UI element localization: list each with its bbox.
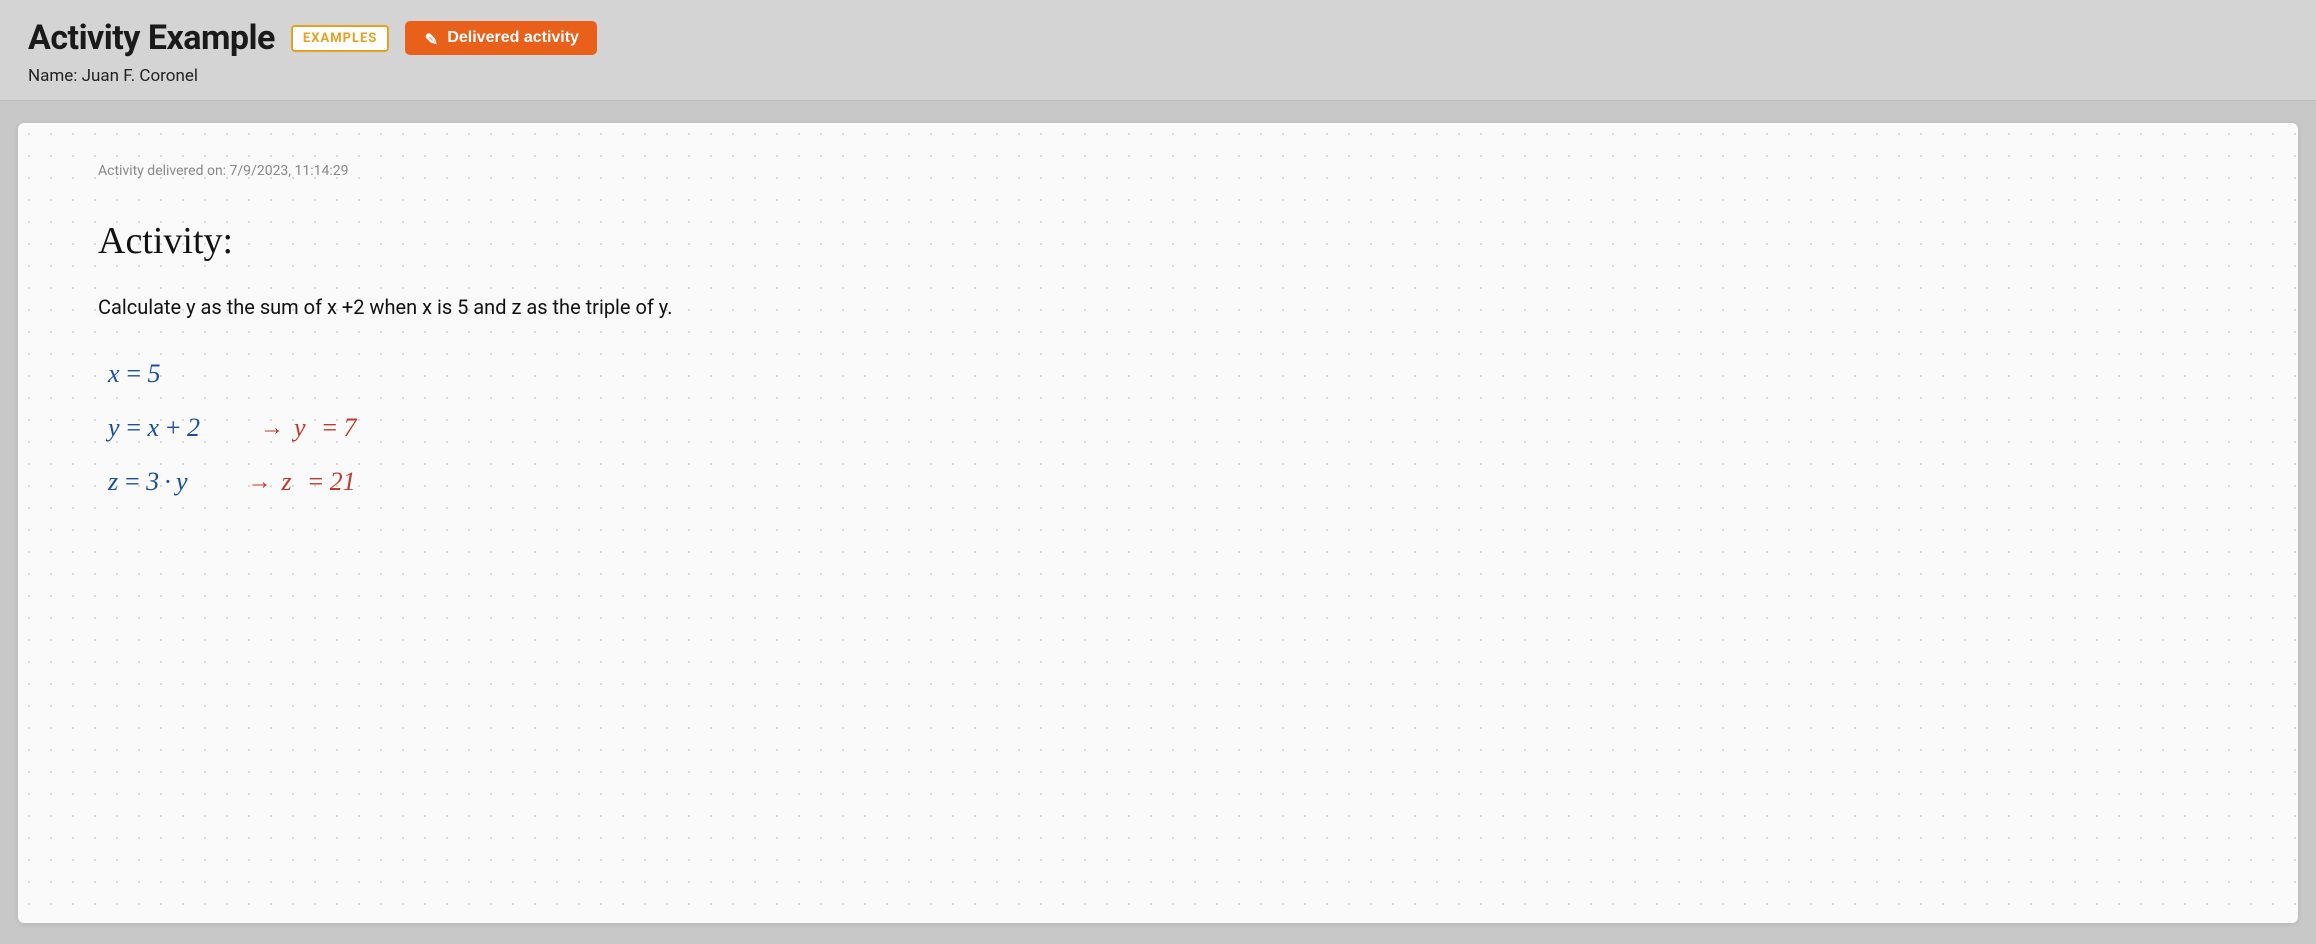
- math-row-1: x = 5: [108, 359, 2218, 389]
- activity-description: Calculate y as the sum of x +2 when x is…: [98, 291, 2218, 323]
- arrow-icon-1: →: [260, 415, 284, 442]
- activity-content-panel: Activity delivered on: 7/9/2023, 11:14:2…: [18, 123, 2298, 923]
- page-header: Activity Example EXAMPLES ✎ Delivered ac…: [0, 0, 2316, 101]
- math-expr-x: x = 5: [108, 359, 161, 389]
- student-name: Name: Juan F. Coronel: [28, 66, 2288, 86]
- math-result-z: → z = 21: [248, 467, 356, 497]
- math-expr-y: y = x + 2: [108, 413, 200, 443]
- math-row-2: y = x + 2 → y = 7: [108, 413, 2218, 443]
- arrow-icon-2: →: [248, 469, 272, 496]
- delivered-activity-button[interactable]: ✎ Delivered activity: [405, 21, 597, 55]
- activity-heading: Activity:: [98, 219, 2218, 263]
- delivered-btn-label: Delivered activity: [447, 29, 579, 47]
- math-block: x = 5 y = x + 2 → y = 7 z = 3 · y → z = …: [108, 359, 2218, 497]
- math-row-3: z = 3 · y → z = 21: [108, 467, 2218, 497]
- math-expr-z: z = 3 · y: [108, 467, 188, 497]
- pencil-icon: ✎: [423, 30, 439, 46]
- delivered-on-label: Activity delivered on: 7/9/2023, 11:14:2…: [98, 163, 2218, 179]
- examples-badge: EXAMPLES: [291, 25, 389, 52]
- page-title: Activity Example: [28, 18, 275, 58]
- header-top-row: Activity Example EXAMPLES ✎ Delivered ac…: [28, 18, 2288, 58]
- math-result-y: → y = 7: [260, 413, 357, 443]
